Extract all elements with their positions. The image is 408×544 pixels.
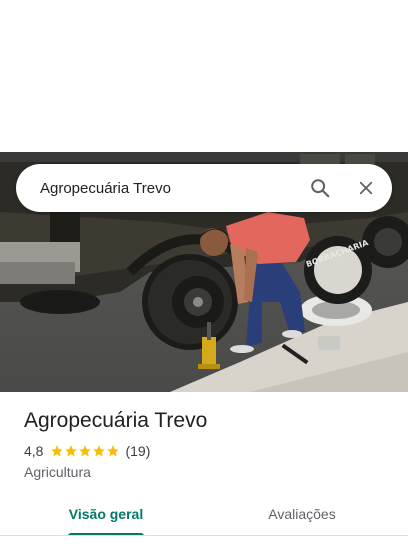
star-rating [50, 444, 120, 458]
tab-reviews-label: Avaliações [268, 506, 336, 522]
search-bar[interactable]: Agropecuária Trevo [16, 164, 392, 212]
review-count[interactable]: (19) [125, 443, 150, 459]
search-icon[interactable] [300, 168, 340, 208]
star-icon [65, 445, 78, 457]
tab-bar: Visão geral Avaliações [0, 492, 408, 536]
place-info: Agropecuária Trevo 4,8 (19) Agricultura [24, 406, 394, 480]
rating-row[interactable]: 4,8 (19) [24, 441, 394, 461]
star-icon [93, 445, 106, 457]
tab-overview-label: Visão geral [68, 506, 144, 522]
place-title: Agropecuária Trevo [24, 409, 208, 432]
place-category: Agricultura [24, 464, 91, 480]
close-icon[interactable] [346, 168, 386, 208]
star-icon [79, 445, 92, 457]
rating-value: 4,8 [24, 443, 44, 459]
top-blank-area [0, 0, 408, 152]
star-icon [107, 445, 120, 457]
tab-overview[interactable]: Visão geral [58, 492, 154, 536]
tabs-divider [0, 535, 408, 536]
search-query-text[interactable]: Agropecuária Trevo [40, 180, 300, 197]
star-icon [51, 445, 64, 457]
tab-reviews[interactable]: Avaliações [252, 492, 352, 536]
